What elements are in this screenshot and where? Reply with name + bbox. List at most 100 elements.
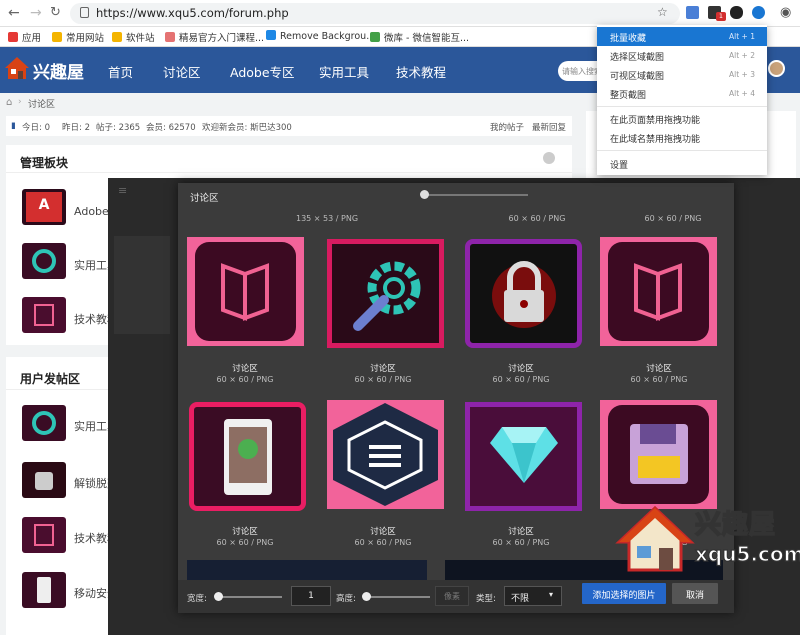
image-thumbnail[interactable] — [189, 402, 306, 511]
menu-item-fullpage-capture[interactable]: 整页截图 Alt + 4 — [597, 84, 767, 103]
image-name: 讨论区 — [646, 364, 672, 374]
wrench-gear-icon[interactable] — [22, 243, 66, 279]
image-name: 讨论区 — [370, 364, 396, 374]
collapse-icon[interactable] — [543, 152, 555, 164]
image-thumbnail[interactable] — [327, 239, 444, 348]
site-icon — [165, 32, 175, 42]
book-icon — [634, 263, 682, 321]
breadcrumb-separator: › — [18, 97, 22, 107]
browser-toolbar: ← → ↻ https://www.xqu5.com/forum.php ☆ 1… — [0, 0, 800, 27]
image-meta: 60 × 60 / PNG — [644, 214, 702, 223]
side-filter-list — [114, 236, 170, 334]
address-bar[interactable]: https://www.xqu5.com/forum.php — [70, 3, 680, 24]
add-selected-images-button[interactable]: 添加选择的图片 — [582, 583, 666, 604]
type-select[interactable]: 不限 ▾ — [504, 586, 562, 606]
menu-hexagon-icon — [333, 403, 438, 506]
folder-icon — [52, 32, 62, 42]
width-slider-handle[interactable] — [214, 592, 223, 601]
zoom-slider-handle[interactable] — [420, 190, 429, 199]
bookmark-link[interactable]: 微库 - 微信智能互... — [370, 30, 469, 44]
image-name: 讨论区 — [370, 527, 396, 537]
nav-tutorials[interactable]: 技术教程 — [396, 62, 446, 81]
image-meta: 60 × 60 / PNG — [354, 375, 412, 384]
stats-chart-icon: ▮ — [11, 121, 16, 131]
stat-newest-member[interactable]: 欢迎新会员: 斯巴达300 — [202, 121, 292, 133]
phone-icon — [224, 419, 272, 495]
back-arrow-icon[interactable]: ← — [8, 5, 20, 21]
forward-arrow-icon[interactable]: → — [30, 5, 42, 21]
menu-item-batch-save[interactable]: 批量收藏 Alt + 1 — [597, 27, 767, 46]
wrench-gear-icon[interactable] — [22, 405, 66, 441]
height-slider-handle[interactable] — [362, 592, 371, 601]
width-slider-track[interactable] — [216, 596, 282, 598]
image-thumbnail[interactable] — [600, 237, 717, 346]
latest-replies-link[interactable]: 最新回复 — [532, 121, 566, 133]
stat-today: 今日: 0 — [22, 123, 50, 133]
wrench-gear-icon — [353, 261, 421, 331]
stat-members: 会员: 62570 — [146, 123, 196, 133]
dialog-footer: 宽度: 1 高度: 像素 类型: 不限 ▾ 添加选择的图片 取消 — [178, 580, 734, 613]
cancel-button[interactable]: 取消 — [672, 583, 718, 604]
image-meta: 135 × 53 / PNG — [295, 214, 359, 223]
menu-item-visible-capture[interactable]: 可视区域截图 Alt + 3 — [597, 65, 767, 84]
image-thumbnail[interactable] — [187, 237, 304, 346]
site-icon — [266, 30, 276, 40]
image-thumbnail[interactable] — [465, 402, 582, 511]
book-icon[interactable] — [22, 297, 66, 333]
menu-separator — [597, 106, 767, 107]
image-name: 讨论区 — [508, 527, 534, 537]
house-logo-icon[interactable] — [4, 56, 30, 80]
glasses-extension-icon[interactable] — [730, 6, 743, 19]
menu-icon[interactable]: ≡ — [118, 184, 127, 197]
adobe-forum-icon[interactable]: A — [22, 189, 66, 225]
image-thumbnail[interactable] — [187, 560, 427, 580]
stat-posts: 帖子: 2365 — [96, 123, 141, 133]
bookmark-star-icon[interactable]: ☆ — [657, 5, 668, 19]
bookmark-folder[interactable]: 常用网站 — [52, 30, 104, 44]
menu-item-disable-domain-drag[interactable]: 在此域名禁用拖拽功能 — [597, 128, 767, 147]
profile-icon[interactable]: ◉ — [780, 5, 791, 20]
panel-title: 用户发帖区 — [20, 372, 81, 386]
menu-item-region-capture[interactable]: 选择区域截图 Alt + 2 — [597, 46, 767, 65]
image-meta: 60 × 60 / PNG — [216, 538, 274, 547]
bookmark-link[interactable]: 精易官方入门课程... — [165, 30, 264, 44]
bookmark-link[interactable]: Remove Backgrou... — [266, 30, 375, 42]
capture-dropdown-menu: 批量收藏 Alt + 1 选择区域截图 Alt + 2 可视区域截图 Alt +… — [597, 25, 767, 175]
height-slider-track[interactable] — [364, 596, 430, 598]
bookmark-folder[interactable]: 软件站 — [112, 30, 155, 44]
nav-adobe[interactable]: Adobe专区 — [230, 62, 295, 81]
divider — [6, 172, 572, 173]
menu-item-settings[interactable]: 设置 — [597, 154, 767, 173]
width-label: 宽度: — [187, 594, 207, 604]
height-input[interactable]: 像素 — [435, 586, 469, 606]
screenshot-extension-icon[interactable] — [752, 6, 765, 19]
image-meta: 60 × 60 / PNG — [492, 538, 550, 547]
image-thumbnail[interactable] — [600, 400, 717, 509]
menu-item-disable-page-drag[interactable]: 在此页面禁用拖拽功能 — [597, 109, 767, 128]
image-thumbnail[interactable] — [327, 400, 444, 509]
nav-tools[interactable]: 实用工具 — [319, 62, 369, 81]
extension-badge: 1 — [716, 12, 726, 21]
zoom-slider-track[interactable] — [422, 194, 528, 196]
reload-icon[interactable]: ↻ — [50, 5, 61, 20]
image-name: 讨论区 — [232, 364, 258, 374]
bookmark-apps[interactable]: 应用 — [8, 30, 41, 44]
cloud-icon — [370, 32, 380, 42]
my-posts-link[interactable]: 我的帖子 — [490, 121, 524, 133]
home-icon[interactable]: ⌂ — [6, 97, 12, 108]
forum-stats-bar: ▮ 今日: 0 昨日: 2 帖子: 2365 会员: 62570 欢迎新会员: … — [6, 116, 572, 136]
width-input[interactable]: 1 — [291, 586, 331, 606]
site-logo-text[interactable]: 兴趣屋 — [33, 58, 84, 83]
image-meta: 60 × 60 / PNG — [354, 538, 412, 547]
user-avatar[interactable] — [768, 60, 785, 77]
extension-icon[interactable] — [686, 6, 699, 19]
padlock-icon — [492, 261, 556, 328]
book-icon[interactable] — [22, 517, 66, 553]
nav-home[interactable]: 首页 — [108, 62, 133, 81]
breadcrumb-current[interactable]: 讨论区 — [28, 97, 55, 110]
chevron-down-icon: ▾ — [549, 590, 554, 599]
phone-icon[interactable] — [22, 572, 66, 608]
nav-forum[interactable]: 讨论区 — [163, 62, 201, 81]
image-thumbnail[interactable] — [465, 239, 582, 348]
padlock-icon[interactable] — [22, 462, 66, 498]
